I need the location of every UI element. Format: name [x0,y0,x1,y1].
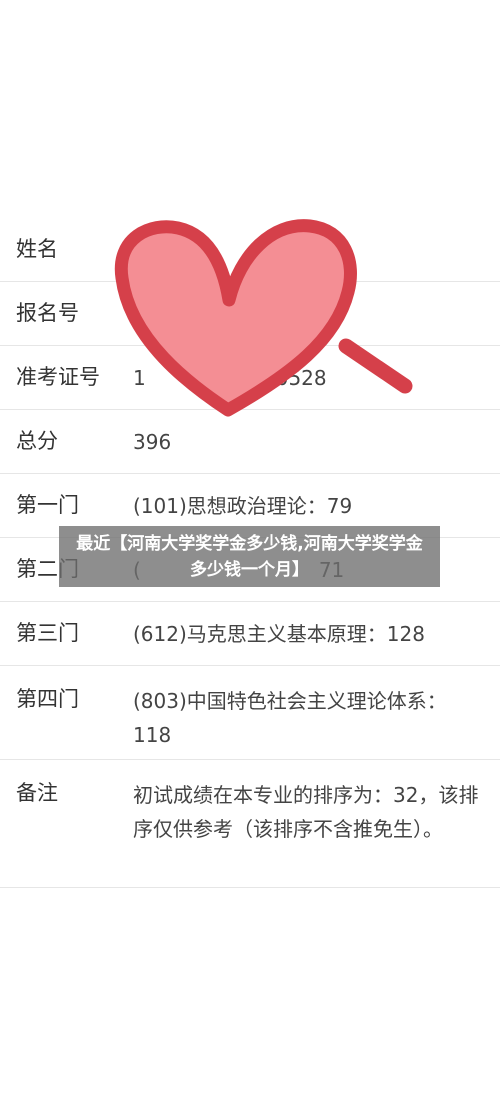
row-name: 姓名 君 [0,216,500,282]
ticket-number-start: 1 [133,366,146,390]
row-label: 第三门 [16,621,79,645]
row-value [133,298,500,345]
row-label: 姓名 [16,237,58,261]
row-value: 1 0528 [133,362,500,409]
row-value: (612)马克思主义基本原理：128 [133,622,425,646]
row-exam-ticket-number: 准考证号 1 0528 [0,346,500,410]
name-value: 君 [178,238,198,262]
row-value: (803)中国特色社会主义理论体系：118 [133,689,447,747]
row-label: 备注 [16,781,58,805]
row-value: 初试成绩在本专业的排序为：32，该排序仅供参考（该排序不含推免生）。 [133,783,479,841]
row-value: 君 [133,234,500,281]
row-subject-4: 第四门 (803)中国特色社会主义理论体系：118 [0,666,500,760]
article-title-banner[interactable]: 最近【河南大学奖学金多少钱,河南大学奖学金多少钱一个月】 [59,526,440,587]
row-registration-number: 报名号 [0,282,500,346]
row-label: 报名号 [16,301,79,325]
row-subject-3: 第三门 (612)马克思主义基本原理：128 [0,602,500,666]
row-label: 总分 [16,429,58,453]
row-label: 第四门 [16,687,79,711]
row-label: 准考证号 [16,365,100,389]
row-value: 396 [133,430,172,454]
row-total-score: 总分 396 [0,410,500,474]
row-remarks: 备注 初试成绩在本专业的排序为：32，该排序仅供参考（该排序不含推免生）。 [0,760,500,888]
ticket-number-end: 0528 [275,366,327,390]
